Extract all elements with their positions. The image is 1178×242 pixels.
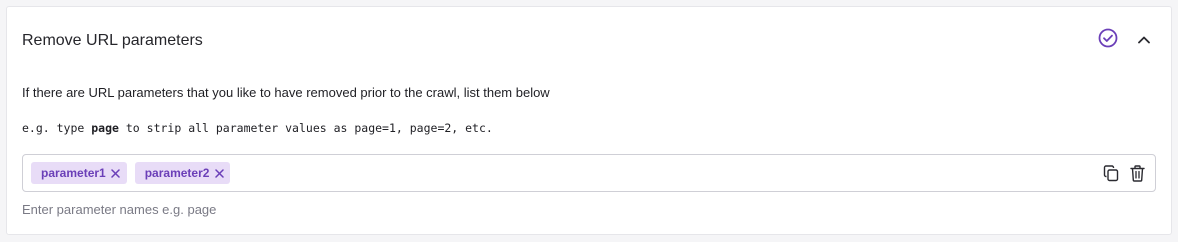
tag-list: parameter1 parameter2: [31, 162, 231, 184]
close-icon: [215, 168, 224, 178]
check-circle-icon: [1098, 28, 1118, 48]
delete-all-button[interactable]: [1129, 164, 1145, 182]
tag-remove-button[interactable]: [111, 168, 121, 178]
tag-label: parameter2: [144, 166, 210, 180]
copy-button[interactable]: [1103, 164, 1119, 182]
parameter-tag: parameter2: [134, 162, 231, 184]
example-prefix: e.g. type: [22, 121, 92, 135]
parameters-tag-input[interactable]: parameter1 parameter2: [22, 154, 1156, 192]
example-text: e.g. type page to strip all parameter va…: [22, 120, 493, 136]
close-icon: [111, 168, 120, 178]
trash-icon: [1129, 164, 1145, 182]
input-placeholder-hint: Enter parameter names e.g. page: [22, 202, 217, 217]
parameter-tag: parameter1: [31, 162, 127, 184]
section-title: Remove URL parameters: [22, 32, 203, 49]
field-actions: [1103, 164, 1145, 182]
tag-label: parameter1: [41, 166, 106, 180]
chevron-up-icon: [1138, 36, 1150, 44]
example-suffix: to strip all parameter values as page=1,…: [118, 121, 493, 135]
remove-url-parameters-panel: Remove URL parameters If there are URL p…: [6, 6, 1172, 235]
copy-icon: [1103, 164, 1119, 181]
section-description: If there are URL parameters that you lik…: [22, 85, 550, 100]
example-keyword: page: [91, 121, 119, 135]
collapse-button[interactable]: [1134, 30, 1154, 50]
tag-remove-button[interactable]: [214, 168, 224, 178]
